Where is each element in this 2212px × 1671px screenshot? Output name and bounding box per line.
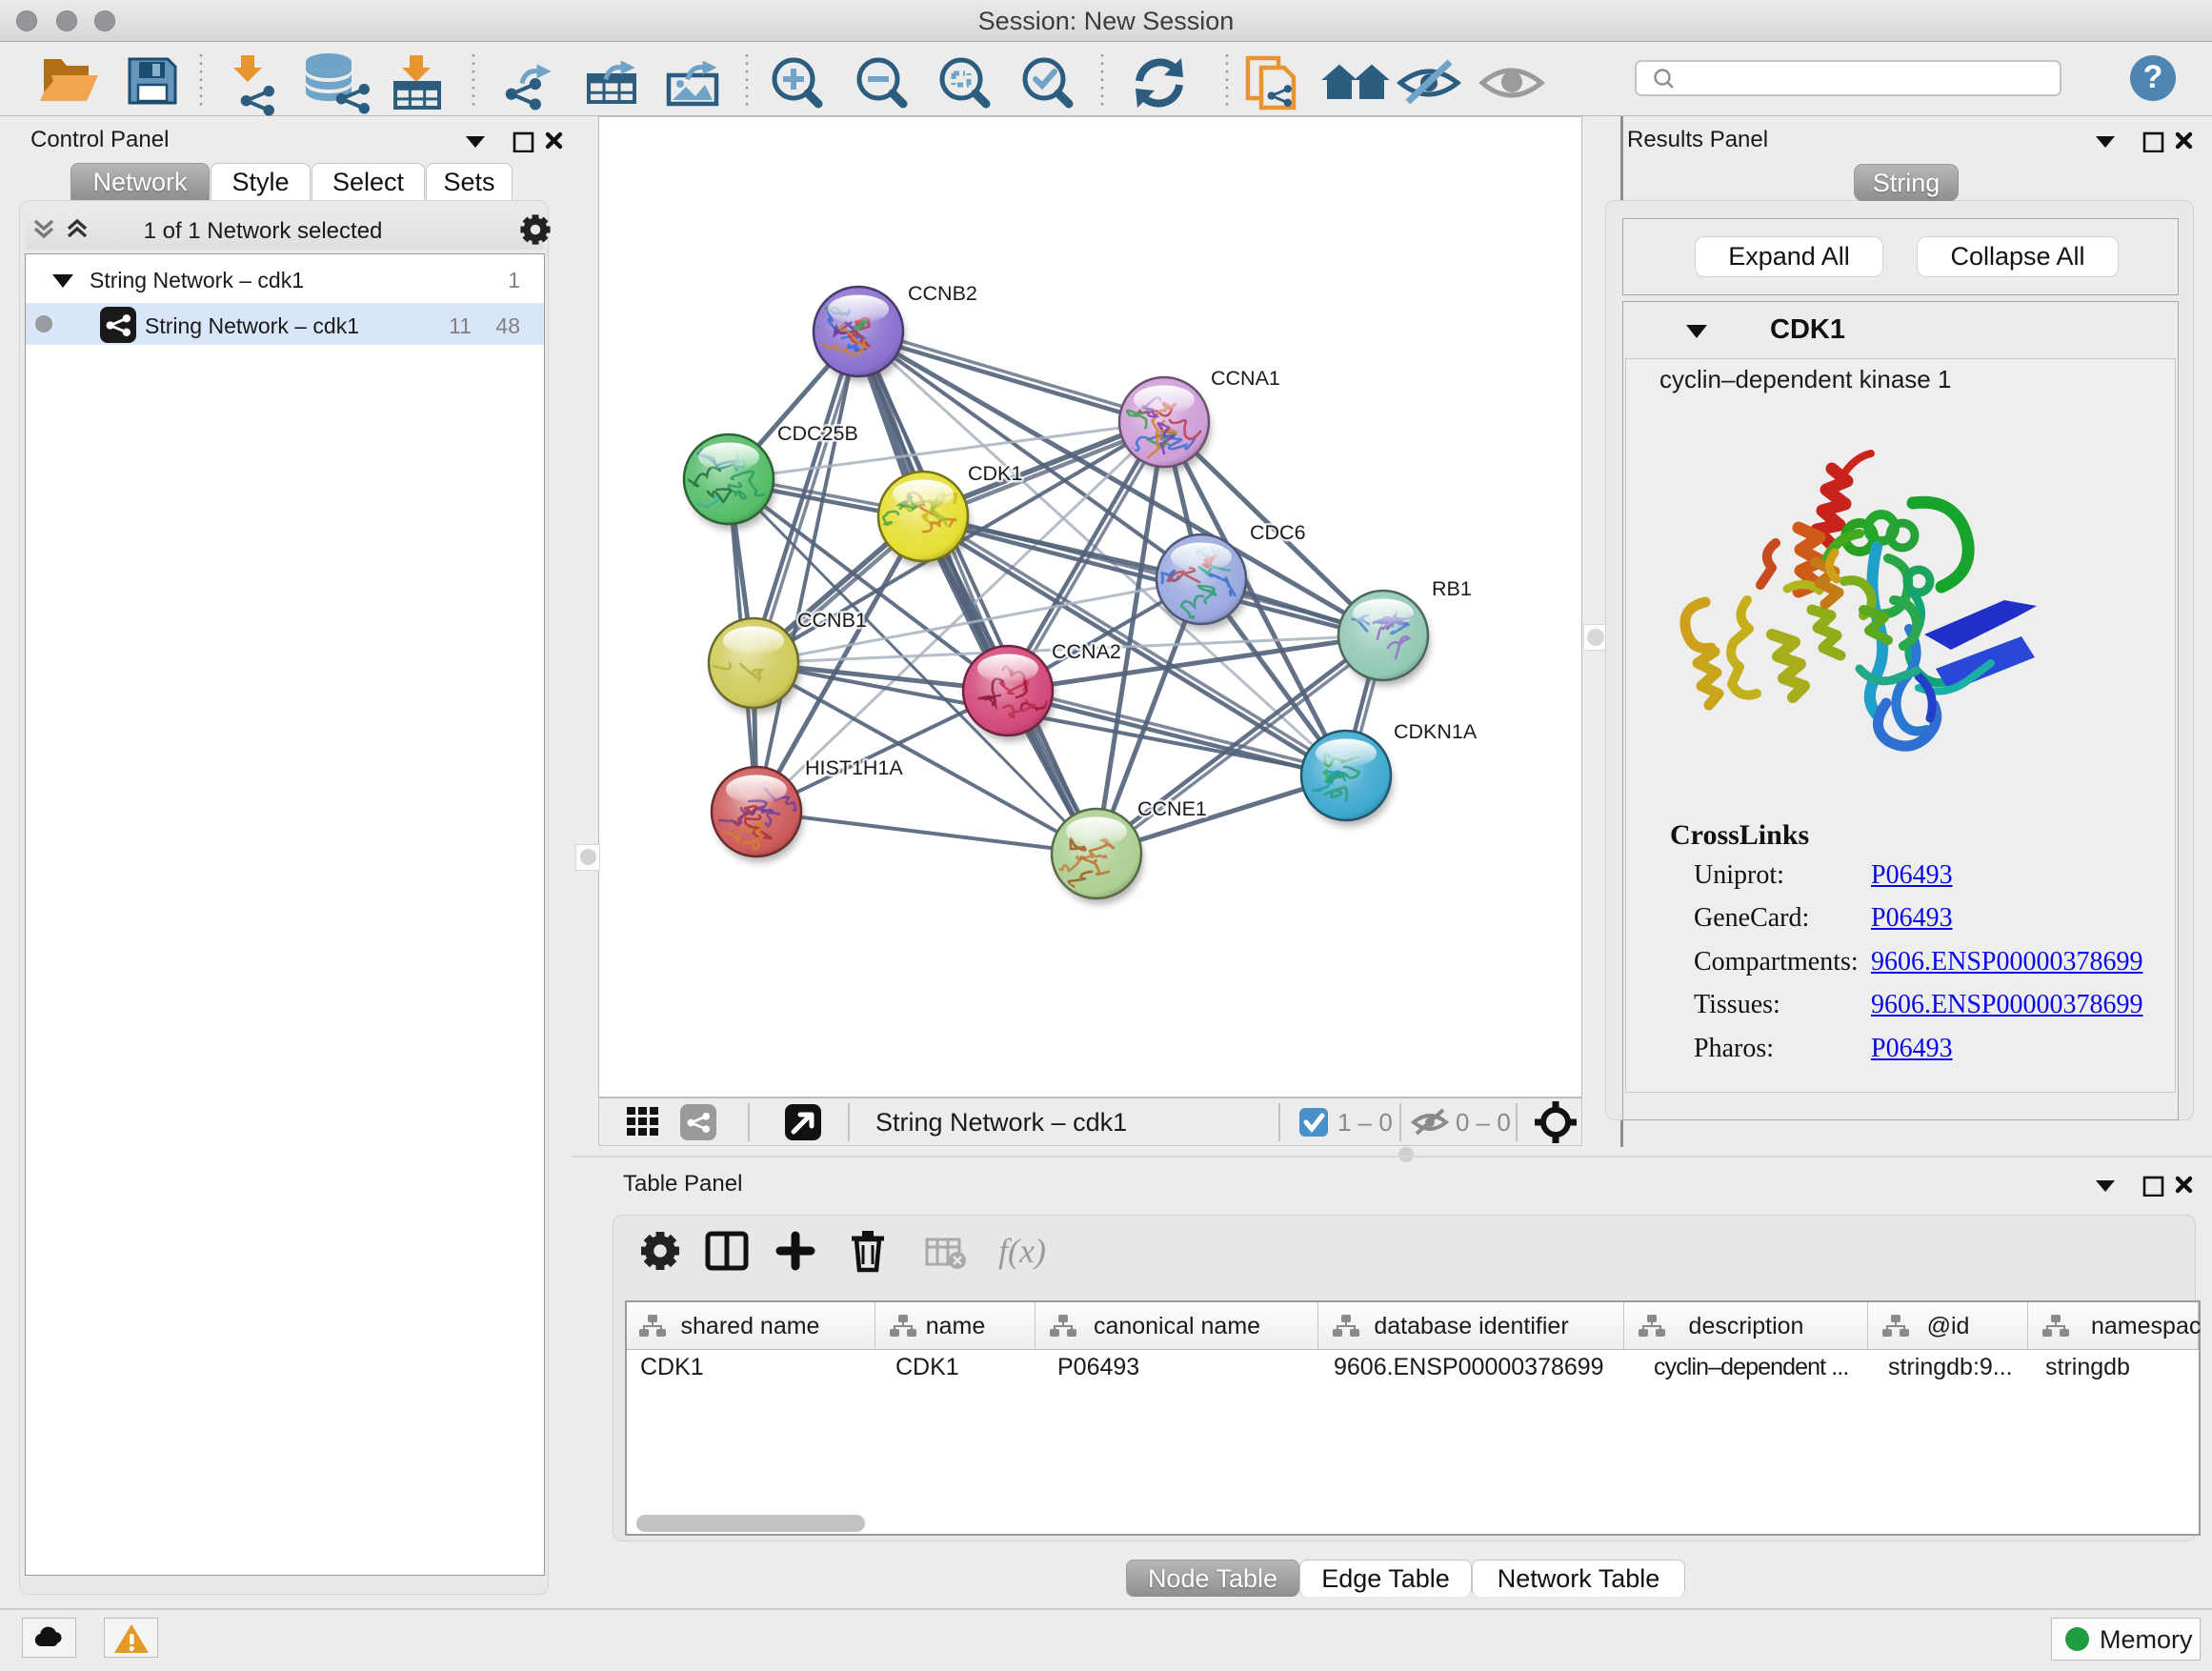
svg-text:String Network – cdk1: String Network – cdk1	[875, 1108, 1127, 1137]
svg-text:f(x): f(x)	[998, 1232, 1046, 1270]
svg-text:CDC6: CDC6	[1250, 521, 1306, 544]
svg-text:CDKN1A: CDKN1A	[1394, 720, 1478, 743]
svg-text:RB1: RB1	[1432, 577, 1472, 600]
svg-text:CCNB1: CCNB1	[797, 609, 867, 632]
svg-text:CDC25B: CDC25B	[777, 422, 858, 445]
svg-text:CCNA1: CCNA1	[1211, 367, 1280, 390]
svg-text:CCNE1: CCNE1	[1137, 797, 1207, 820]
svg-text:1 – 0: 1 – 0	[1337, 1108, 1393, 1137]
svg-text:0 – 0: 0 – 0	[1456, 1108, 1511, 1137]
svg-text:CCNB2: CCNB2	[908, 282, 977, 305]
svg-text:CDK1: CDK1	[968, 462, 1022, 485]
svg-text:HIST1H1A: HIST1H1A	[805, 756, 903, 779]
svg-text:CCNA2: CCNA2	[1052, 640, 1121, 663]
